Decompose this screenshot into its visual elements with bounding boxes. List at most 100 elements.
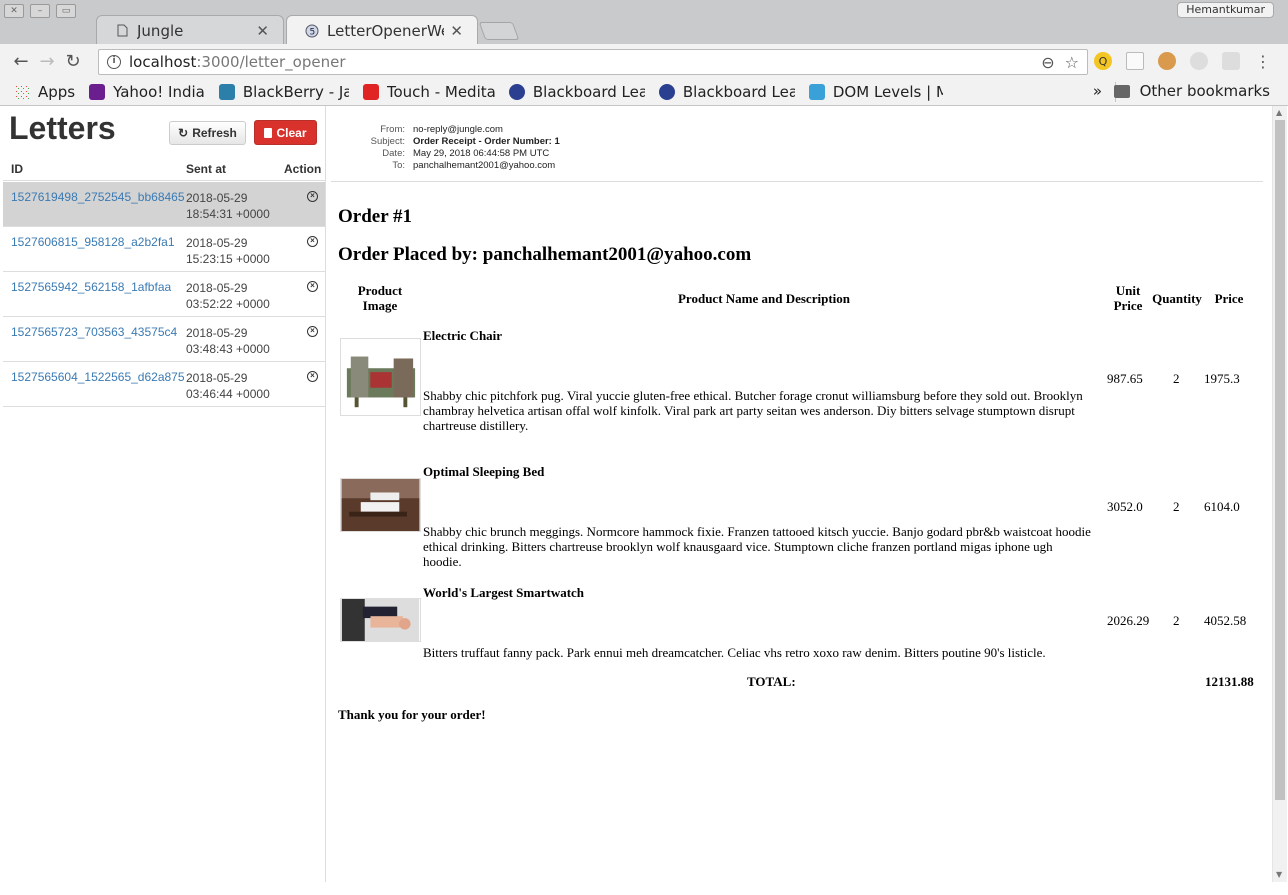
unit-price: 2026.29	[1107, 613, 1150, 628]
scroll-up-icon[interactable]: ▲	[1276, 108, 1282, 117]
menu-icon[interactable]: ⋮	[1254, 52, 1272, 71]
search-extension-icon[interactable]: Q	[1094, 52, 1112, 70]
price: 6104.0	[1204, 499, 1240, 514]
apps-grid-icon	[14, 83, 30, 100]
cookie-extension-icon[interactable]	[1158, 52, 1176, 70]
bookmark-apps[interactable]: Apps	[14, 83, 75, 101]
unit-price: 987.65	[1107, 371, 1143, 386]
subject-label: Subject:	[370, 136, 405, 147]
col-product-image: Product Image	[357, 283, 403, 313]
date-value: May 29, 2018 06:44:58 PM UTC	[413, 148, 550, 159]
from-value: no-reply@jungle.com	[413, 124, 503, 135]
more-bookmarks-icon[interactable]: »	[1093, 82, 1102, 100]
url-host: localhost	[129, 53, 197, 71]
clear-button[interactable]: Clear	[254, 120, 317, 145]
quantity: 2	[1173, 499, 1180, 514]
to-label: To:	[392, 160, 405, 171]
profile-button[interactable]: Hemantkumar	[1177, 2, 1274, 18]
from-label: From:	[380, 124, 405, 135]
delete-letter-icon[interactable]: ×	[307, 236, 318, 247]
letter-id-link[interactable]: 1527606815_958128_a2b2fa1	[11, 235, 175, 249]
close-tab-icon[interactable]: ✕	[450, 22, 463, 40]
thank-you-note: Thank you for your order!	[338, 707, 486, 722]
extensions: Q ⋮	[1094, 52, 1272, 71]
gear-extension-icon[interactable]	[1222, 52, 1240, 70]
letter-sent-at: 2018-05-29 18:54:31 +0000	[186, 191, 270, 221]
letter-id-link[interactable]: 1527565604_1522565_d62a875	[11, 370, 185, 384]
tab-title: LetterOpenerWeb	[327, 21, 444, 40]
col-sent-at: Sent at	[186, 162, 227, 176]
sleeping-bed-image	[340, 478, 421, 532]
col-id: ID	[11, 162, 23, 176]
new-tab-button[interactable]	[478, 22, 520, 40]
address-bar[interactable]: i localhost:3000/letter_opener ⊖ ☆	[98, 49, 1088, 75]
close-tab-icon[interactable]: ✕	[256, 22, 269, 40]
tab-jungle[interactable]: Jungle ✕	[96, 15, 284, 45]
product-description: Bitters truffaut fanny pack. Park ennui …	[423, 645, 1046, 660]
letter-view: From: no-reply@jungle.com Subject: Order…	[327, 106, 1287, 882]
blackboard-icon	[508, 83, 525, 100]
bookmark-star-icon[interactable]: ☆	[1065, 53, 1079, 72]
letter-row[interactable]: 1527606815_958128_a2b2fa1 2018-05-29 15:2…	[3, 227, 325, 272]
header-divider	[331, 181, 1263, 182]
back-icon[interactable]: ←	[8, 48, 34, 74]
letter-row[interactable]: 1527619498_2752545_bb68465 2018-05-29 18:…	[3, 182, 325, 227]
blackberry-icon	[218, 83, 235, 100]
minimize-window-icon[interactable]: –	[30, 4, 50, 18]
letters-table-header: ID Sent at Action	[3, 159, 325, 181]
quantity: 2	[1173, 371, 1180, 386]
col-action: Action	[284, 162, 322, 176]
reader-extension-icon[interactable]	[1126, 52, 1144, 70]
other-bookmarks[interactable]: Other bookmarks	[1113, 82, 1270, 100]
info-icon[interactable]: i	[107, 55, 121, 69]
subject-value: Order Receipt - Order Number: 1	[413, 136, 560, 147]
refresh-button[interactable]: ↻ Refresh	[169, 121, 246, 145]
folder-icon	[1113, 84, 1130, 98]
svg-text:5: 5	[310, 27, 316, 37]
total-label: TOTAL:	[747, 674, 796, 689]
ghost-extension-icon[interactable]	[1190, 52, 1208, 70]
zoom-icon[interactable]: ⊖	[1041, 53, 1054, 72]
delete-letter-icon[interactable]: ×	[307, 281, 318, 292]
vertical-scrollbar[interactable]: ▲ ▼	[1272, 106, 1287, 882]
unit-price: 3052.0	[1107, 499, 1143, 514]
tab-letteropener[interactable]: 5 LetterOpenerWeb ✕	[286, 15, 478, 45]
product-description: Shabby chic pitchfork pug. Viral yuccie …	[423, 388, 1083, 433]
delete-letter-icon[interactable]: ×	[307, 371, 318, 382]
refresh-icon: ↻	[178, 126, 189, 140]
bookmark-blackboard-1[interactable]: Blackboard Lear	[508, 83, 645, 101]
bookmark-blackberry[interactable]: BlackBerry - Jav	[218, 83, 349, 101]
delete-letter-icon[interactable]: ×	[307, 326, 318, 337]
col-unit-price: Unit Price	[1113, 283, 1143, 313]
letter-row[interactable]: 1527565604_1522565_d62a875 2018-05-29 03:…	[3, 362, 325, 407]
product-name: Electric Chair	[423, 328, 503, 343]
maximize-window-icon[interactable]: ▭	[56, 4, 76, 18]
letters-sidebar: Letters ↻ Refresh Clear ID Sent at Action…	[3, 106, 326, 882]
order-heading: Order #1	[338, 206, 413, 227]
letter-row[interactable]: 1527565942_562158_1afbfaa 2018-05-29 03:5…	[3, 272, 325, 317]
forward-icon[interactable]: →	[34, 48, 60, 74]
col-quantity: Quantity	[1152, 291, 1202, 306]
letter-row[interactable]: 1527565723_703563_43575c4 2018-05-29 03:4…	[3, 317, 325, 362]
tab-title: Jungle	[137, 21, 184, 40]
page-content: Letters ↻ Refresh Clear ID Sent at Action…	[3, 106, 1287, 895]
bookmark-touch[interactable]: Touch - Meditati	[362, 83, 495, 101]
bookmarks-bar: Apps Yahoo! India BlackBerry - Jav Touch…	[0, 78, 1288, 106]
reload-icon[interactable]: ↻	[60, 48, 86, 74]
blackboard-icon	[658, 83, 675, 100]
close-window-icon[interactable]: ✕	[4, 4, 24, 18]
letter-id-link[interactable]: 1527619498_2752545_bb68465	[11, 190, 185, 204]
to-value: panchalhemant2001@yahoo.com	[413, 160, 556, 171]
letter-id-link[interactable]: 1527565723_703563_43575c4	[11, 325, 177, 339]
price: 1975.3	[1204, 371, 1240, 386]
scroll-down-icon[interactable]: ▼	[1276, 870, 1282, 879]
bookmark-yahoo[interactable]: Yahoo! India	[89, 83, 205, 101]
letter-id-link[interactable]: 1527565942_562158_1afbfaa	[11, 280, 171, 294]
bookmark-dom-levels[interactable]: DOM Levels | MI	[808, 83, 943, 101]
delete-letter-icon[interactable]: ×	[307, 191, 318, 202]
youtube-icon	[362, 83, 379, 100]
letter-sent-at: 2018-05-29 03:48:43 +0000	[186, 326, 270, 356]
scrollbar-thumb[interactable]	[1275, 120, 1285, 800]
bookmark-blackboard-2[interactable]: Blackboard Lear	[658, 83, 795, 101]
letter-sent-at: 2018-05-29 03:46:44 +0000	[186, 371, 270, 401]
